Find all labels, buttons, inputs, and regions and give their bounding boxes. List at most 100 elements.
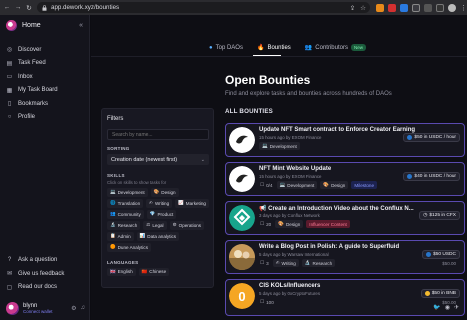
scales-icon: ⚖ xyxy=(146,222,151,228)
address-bar[interactable]: app.dework.xyz/bounties ⇪ ☆ xyxy=(37,2,370,13)
bounty-title[interactable]: Update NFT Smart contract to Enforce Cre… xyxy=(259,127,415,133)
sidebar-item-bookmarks[interactable]: ▯ Bookmarks xyxy=(0,97,89,111)
bounty-meta: 3 days ago by Conflux Network xyxy=(259,213,320,218)
microscope-icon: 🔬 xyxy=(304,260,311,265)
share-icon[interactable]: ✈ xyxy=(454,304,459,311)
reward-label: $50 in USDC / hour xyxy=(414,135,456,140)
browser-menu-icon[interactable]: ⋮ xyxy=(460,4,467,12)
reward-label: $125 in CFX xyxy=(429,213,456,218)
bounty-card[interactable]: NFT Mint Website Update 15 hours ago by … xyxy=(225,162,465,196)
bounty-title[interactable]: CIS KOLs/Influencers xyxy=(259,283,320,289)
skill-chip-operations[interactable]: ⚙ Operations xyxy=(169,221,205,230)
user-icon: ○ xyxy=(7,114,12,121)
chevron-down-icon: ⌄ xyxy=(200,156,205,163)
sorting-value: Creation date (newest first) xyxy=(111,156,178,163)
laptop-icon: 💻 xyxy=(110,189,116,195)
user-account[interactable]: blynn Connect wallet ⚙ ♫ xyxy=(0,298,89,318)
language-chip-english[interactable]: 🇬🇧 English xyxy=(107,267,136,276)
reload-icon[interactable]: ↻ xyxy=(25,4,33,12)
new-badge: New xyxy=(350,44,366,51)
chip-label: Product xyxy=(157,211,174,217)
extension-red-icon[interactable] xyxy=(388,3,396,12)
extension-grey-icon[interactable] xyxy=(412,3,420,12)
profile-icon[interactable] xyxy=(448,3,456,12)
collapse-sidebar-icon[interactable]: « xyxy=(79,22,83,29)
star-icon[interactable]: ☆ xyxy=(360,4,366,12)
tab-divider xyxy=(91,56,467,57)
skill-chip-dune-analytics[interactable]: 🟠 Dune Analytics xyxy=(107,243,151,252)
pen-icon: ✍ xyxy=(275,260,280,265)
bnb-icon xyxy=(424,291,430,296)
skill-chip-data-analytics[interactable]: 📊 Data analytics xyxy=(136,232,180,241)
sidebar-header[interactable]: Home « xyxy=(0,15,89,35)
back-icon[interactable]: ← xyxy=(3,4,11,12)
skill-chip-development[interactable]: 💻 Development xyxy=(107,188,148,197)
tab-contributors[interactable]: 👥 Contributors New xyxy=(305,42,366,53)
tag-label: Milestone xyxy=(354,182,375,188)
skill-chip-legal[interactable]: ⚖ Legal xyxy=(143,221,167,230)
puzzle-icon[interactable] xyxy=(424,3,432,12)
dao-avatar xyxy=(229,127,255,153)
tag-label: Development xyxy=(269,143,297,149)
skill-chip-admin[interactable]: 📋 Admin xyxy=(107,232,134,241)
sidebar-nav: ◎ Discover ▤ Task Feed ▭ Inbox ▦ My Task… xyxy=(0,43,89,124)
avatar[interactable] xyxy=(6,301,19,315)
reward-label: $40 in USDC / hour xyxy=(414,174,456,179)
forward-icon[interactable]: → xyxy=(14,4,22,12)
sidebar-item-my-task-board[interactable]: ▦ My Task Board xyxy=(0,84,89,98)
metamask-extension-icon[interactable] xyxy=(376,3,384,12)
discord-icon[interactable]: ◉ xyxy=(445,304,450,311)
tag-label: Influencer Content xyxy=(309,221,347,227)
sorting-select[interactable]: Creation date (newest first) ⌄ xyxy=(107,154,209,165)
globe-icon: ● xyxy=(209,44,213,51)
chip-label: Dune Analytics xyxy=(117,244,148,250)
bounty-card[interactable]: Update NFT Smart contract to Enforce Cre… xyxy=(225,123,465,157)
twitter-icon[interactable]: 🐦 xyxy=(433,304,440,311)
reward-badge: $50 in BNB xyxy=(420,289,460,298)
bounty-title[interactable]: 📢 Create an Introduction Video about the… xyxy=(259,205,414,212)
sidebar-item-feedback[interactable]: ✉ Give us feedback xyxy=(0,267,89,281)
skills-hint: Click on skills to show tasks for xyxy=(107,180,167,185)
home-label[interactable]: Home xyxy=(22,22,41,29)
connect-wallet-link[interactable]: Connect wallet xyxy=(23,309,53,314)
sidebar-item-profile[interactable]: ○ Profile xyxy=(0,111,89,125)
settings-gear-icon[interactable]: ⚙ xyxy=(71,305,76,312)
sidebar-item-ask-question[interactable]: ? Ask a question xyxy=(0,254,89,268)
bounty-card[interactable]: 📢 Create an Introduction Video about the… xyxy=(225,201,465,235)
languages-list: 🇬🇧 English 🇨🇳 Chinese xyxy=(107,267,211,276)
tag-writing: ✍ Writing xyxy=(272,259,299,267)
usdc-icon xyxy=(407,135,413,140)
tab-label: Contributors xyxy=(315,44,348,51)
page-subtitle: Find and explore tasks and bounties acro… xyxy=(225,91,392,97)
bounty-card[interactable]: 0 CIS KOLs/Influencers 5 days ago by 0xC… xyxy=(225,279,465,316)
skill-chip-product[interactable]: 💎 Product xyxy=(146,210,177,219)
chip-label: Legal xyxy=(152,222,164,228)
notification-bell-icon[interactable]: ♫ xyxy=(81,305,86,312)
share-icon[interactable]: ⇪ xyxy=(350,4,355,12)
bounty-card[interactable]: Write a Blog Post in Polish: A guide to … xyxy=(225,240,465,274)
applicant-count: ☐ 0/4 xyxy=(259,181,274,189)
tab-top-daos[interactable]: ● Top DAOs xyxy=(209,42,243,53)
skill-chip-community[interactable]: 👥 Community xyxy=(107,210,144,219)
question-icon: ? xyxy=(7,257,12,264)
sidebar-item-inbox[interactable]: ▭ Inbox xyxy=(0,70,89,84)
sidebar-item-discover[interactable]: ◎ Discover xyxy=(0,43,89,57)
bounty-title[interactable]: Write a Blog Post in Polish: A guide to … xyxy=(259,244,399,250)
tab-bounties[interactable]: 🔥 Bounties xyxy=(257,42,291,53)
sidebar-toggle-icon[interactable] xyxy=(436,3,444,12)
sidebar-item-label: Bookmarks xyxy=(18,100,49,107)
language-chip-chinese[interactable]: 🇨🇳 Chinese xyxy=(138,267,170,276)
uk-flag-icon: 🇬🇧 xyxy=(110,268,116,274)
chip-label: Research xyxy=(117,222,138,228)
sidebar-item-label: My Task Board xyxy=(18,87,58,94)
skill-chip-writing[interactable]: ✍ Writing xyxy=(146,199,173,208)
extension-blue-icon[interactable] xyxy=(400,3,408,12)
sidebar-item-docs[interactable]: ▢ Read our docs xyxy=(0,281,89,295)
skill-chip-marketing[interactable]: 📈 Marketing xyxy=(175,199,209,208)
sidebar-item-task-feed[interactable]: ▤ Task Feed xyxy=(0,57,89,71)
skill-chip-research[interactable]: 🔬 Research xyxy=(107,221,141,230)
search-input[interactable] xyxy=(107,129,209,140)
skill-chip-design[interactable]: 🎨 Design xyxy=(150,188,179,197)
bounty-title[interactable]: NFT Mint Website Update xyxy=(259,166,331,172)
skill-chip-translation[interactable]: 🌐 Translation xyxy=(107,199,144,208)
